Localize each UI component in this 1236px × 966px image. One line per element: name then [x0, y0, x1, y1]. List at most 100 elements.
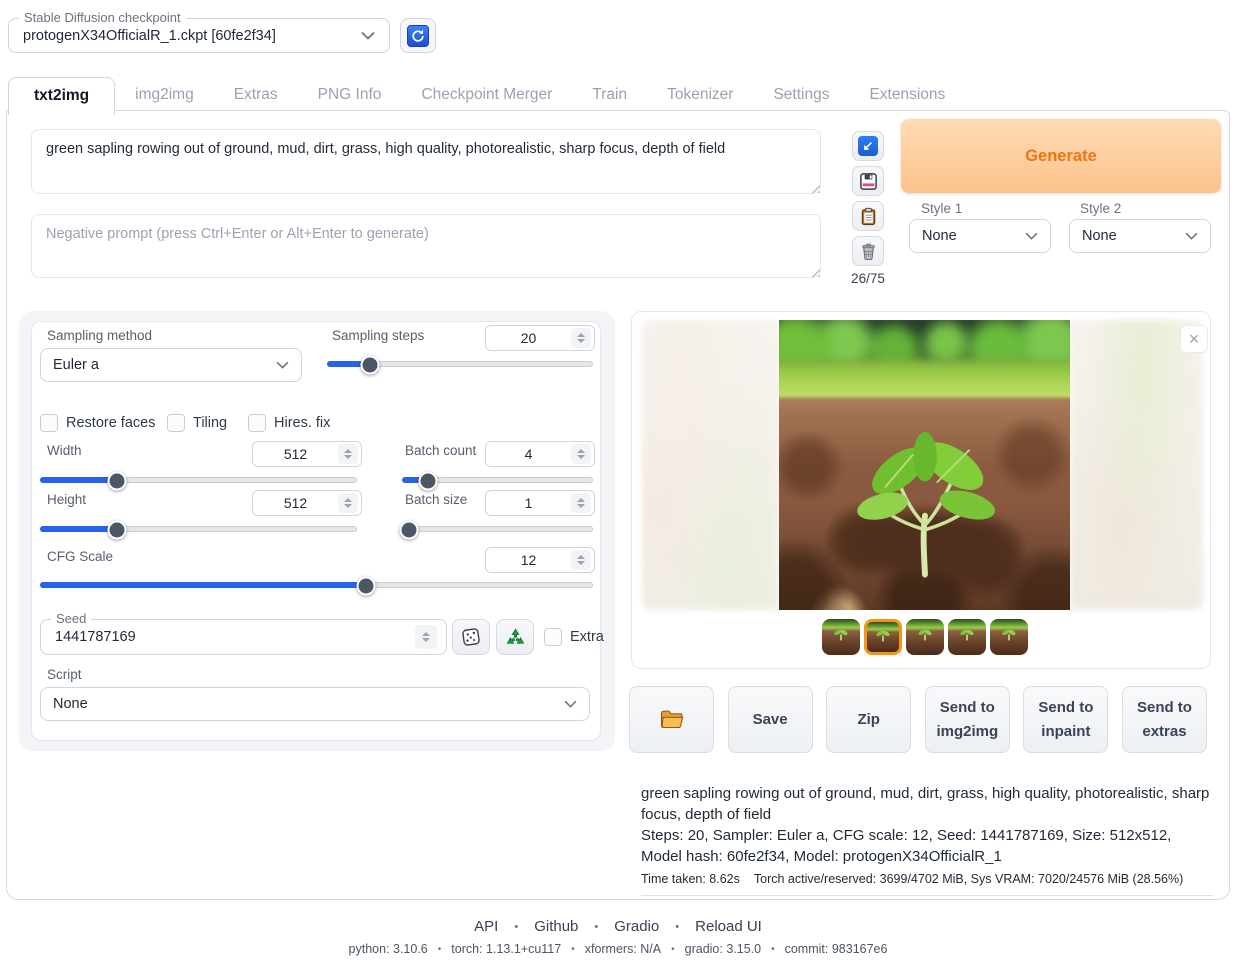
script-dropdown[interactable]: None: [40, 687, 590, 721]
folder-icon: [659, 709, 685, 730]
cfg-scale-slider[interactable]: [40, 576, 593, 594]
sampling-steps-slider[interactable]: [327, 355, 593, 373]
tab-png-info[interactable]: PNG Info: [298, 76, 402, 114]
time-taken: Time taken: 8.62s: [641, 872, 740, 886]
thumbnail-3[interactable]: [906, 619, 944, 655]
random-seed-button[interactable]: [452, 619, 490, 655]
refresh-checkpoint-button[interactable]: [400, 18, 436, 53]
height-slider[interactable]: [40, 520, 357, 538]
thumbnail-2-selected[interactable]: [864, 619, 902, 655]
chevron-down-icon: [1025, 232, 1038, 240]
send-to-extras-button[interactable]: Send to extras: [1122, 686, 1207, 753]
tab-checkpoint-merger[interactable]: Checkpoint Merger: [401, 76, 572, 114]
tiling-checkbox[interactable]: Tiling: [167, 414, 227, 432]
cfg-scale-input[interactable]: 12: [485, 547, 595, 573]
seed-label: Seed: [51, 611, 91, 626]
height-input[interactable]: 512: [252, 490, 362, 516]
slider-handle[interactable]: [107, 472, 126, 491]
sapling-art: [850, 419, 1000, 584]
gradio-version: gradio: 3.15.0: [685, 942, 761, 956]
tab-img2img[interactable]: img2img: [115, 76, 214, 114]
negative-prompt-input[interactable]: [31, 214, 821, 278]
close-gallery-button[interactable]: ×: [1180, 325, 1208, 353]
seed-input[interactable]: Seed 1441787169: [40, 619, 447, 655]
tab-extras[interactable]: Extras: [214, 76, 298, 114]
slider-handle[interactable]: [418, 472, 437, 491]
batch-count-input[interactable]: 4: [485, 441, 595, 467]
api-link[interactable]: API: [474, 918, 498, 935]
tab-settings[interactable]: Settings: [753, 76, 849, 114]
checkpoint-value: protogenX34OfficialR_1.ckpt [60fe2f34]: [23, 28, 276, 44]
cfg-scale-label: CFG Scale: [47, 549, 113, 564]
reload-ui-link[interactable]: Reload UI: [695, 918, 762, 935]
generate-button[interactable]: Generate: [901, 119, 1221, 193]
clear-prompt-button[interactable]: [852, 236, 884, 266]
style2-dropdown[interactable]: None: [1069, 219, 1211, 253]
generation-info: green sapling rowing out of ground, mud,…: [641, 783, 1213, 896]
send-to-inpaint-button[interactable]: Send to inpaint: [1023, 686, 1108, 753]
spinner[interactable]: [338, 444, 358, 464]
slider-handle[interactable]: [361, 356, 380, 375]
thumbnail-1[interactable]: [822, 619, 860, 655]
spinner[interactable]: [571, 328, 591, 348]
python-version: python: 3.10.6: [349, 942, 428, 956]
slider-handle[interactable]: [399, 521, 418, 540]
save-style-button[interactable]: [852, 166, 884, 196]
slider-handle[interactable]: [357, 577, 376, 596]
footer-versions: python: 3.10.6 • torch: 1.13.1+cu117 • x…: [0, 942, 1236, 956]
vram-stats: Torch active/reserved: 3699/4702 MiB, Sy…: [754, 872, 1183, 886]
tab-extensions[interactable]: Extensions: [849, 76, 965, 114]
tab-txt2img[interactable]: txt2img: [8, 77, 115, 115]
spinner[interactable]: [571, 444, 591, 464]
thumbnail-5[interactable]: [990, 619, 1028, 655]
style1-dropdown[interactable]: None: [909, 219, 1051, 253]
width-slider[interactable]: [40, 471, 357, 489]
paste-params-button[interactable]: ↙: [852, 131, 884, 161]
info-params-text: Steps: 20, Sampler: Euler a, CFG scale: …: [641, 825, 1213, 867]
width-input[interactable]: 512: [252, 441, 362, 467]
spinner[interactable]: [571, 550, 591, 570]
script-label: Script: [47, 667, 82, 682]
gradio-link[interactable]: Gradio: [614, 918, 659, 935]
sampling-method-dropdown[interactable]: Euler a: [40, 348, 302, 382]
spinner[interactable]: [415, 625, 437, 649]
spinner[interactable]: [571, 493, 591, 513]
prompt-input[interactable]: green sapling rowing out of ground, mud,…: [31, 129, 821, 194]
chevron-down-icon: [1185, 232, 1198, 240]
style2-label: Style 2: [1080, 201, 1121, 216]
checkpoint-row: Stable Diffusion checkpoint protogenX34O…: [8, 18, 436, 53]
extra-seed-checkbox[interactable]: Extra: [544, 628, 604, 646]
restore-faces-checkbox[interactable]: Restore faces: [40, 414, 155, 432]
trash-icon: [859, 242, 878, 261]
open-folder-button[interactable]: [629, 686, 714, 753]
batch-size-slider[interactable]: [402, 520, 593, 538]
chevron-down-icon: [564, 700, 577, 708]
zip-button[interactable]: Zip: [826, 686, 911, 753]
height-label: Height: [47, 492, 86, 507]
send-to-img2img-button[interactable]: Send to img2img: [925, 686, 1010, 753]
spinner[interactable]: [338, 493, 358, 513]
thumbnail-4[interactable]: [948, 619, 986, 655]
save-button[interactable]: Save: [728, 686, 813, 753]
github-link[interactable]: Github: [534, 918, 578, 935]
batch-count-label: Batch count: [405, 443, 476, 458]
footer-links: API • Github • Gradio • Reload UI: [0, 918, 1236, 935]
batch-count-slider[interactable]: [402, 471, 593, 489]
sampling-steps-input[interactable]: 20: [485, 325, 595, 351]
xformers-version: xformers: N/A: [585, 942, 661, 956]
tab-tokenizer[interactable]: Tokenizer: [647, 76, 753, 114]
sampling-method-label: Sampling method: [47, 328, 152, 343]
reuse-seed-button[interactable]: [496, 619, 534, 655]
batch-size-input[interactable]: 1: [485, 490, 595, 516]
checkpoint-dropdown[interactable]: Stable Diffusion checkpoint protogenX34O…: [8, 18, 390, 53]
apply-style-button[interactable]: [852, 201, 884, 231]
recycle-icon: [505, 627, 526, 648]
commit-hash: commit: 983167e6: [785, 942, 888, 956]
torch-version: torch: 1.13.1+cu117: [451, 942, 561, 956]
tab-train[interactable]: Train: [572, 76, 647, 114]
generated-image[interactable]: [779, 320, 1070, 610]
slider-handle[interactable]: [107, 521, 126, 540]
token-counter: 26/75: [845, 271, 891, 286]
sampling-steps-label: Sampling steps: [332, 328, 424, 343]
hires-fix-checkbox[interactable]: Hires. fix: [248, 414, 330, 432]
